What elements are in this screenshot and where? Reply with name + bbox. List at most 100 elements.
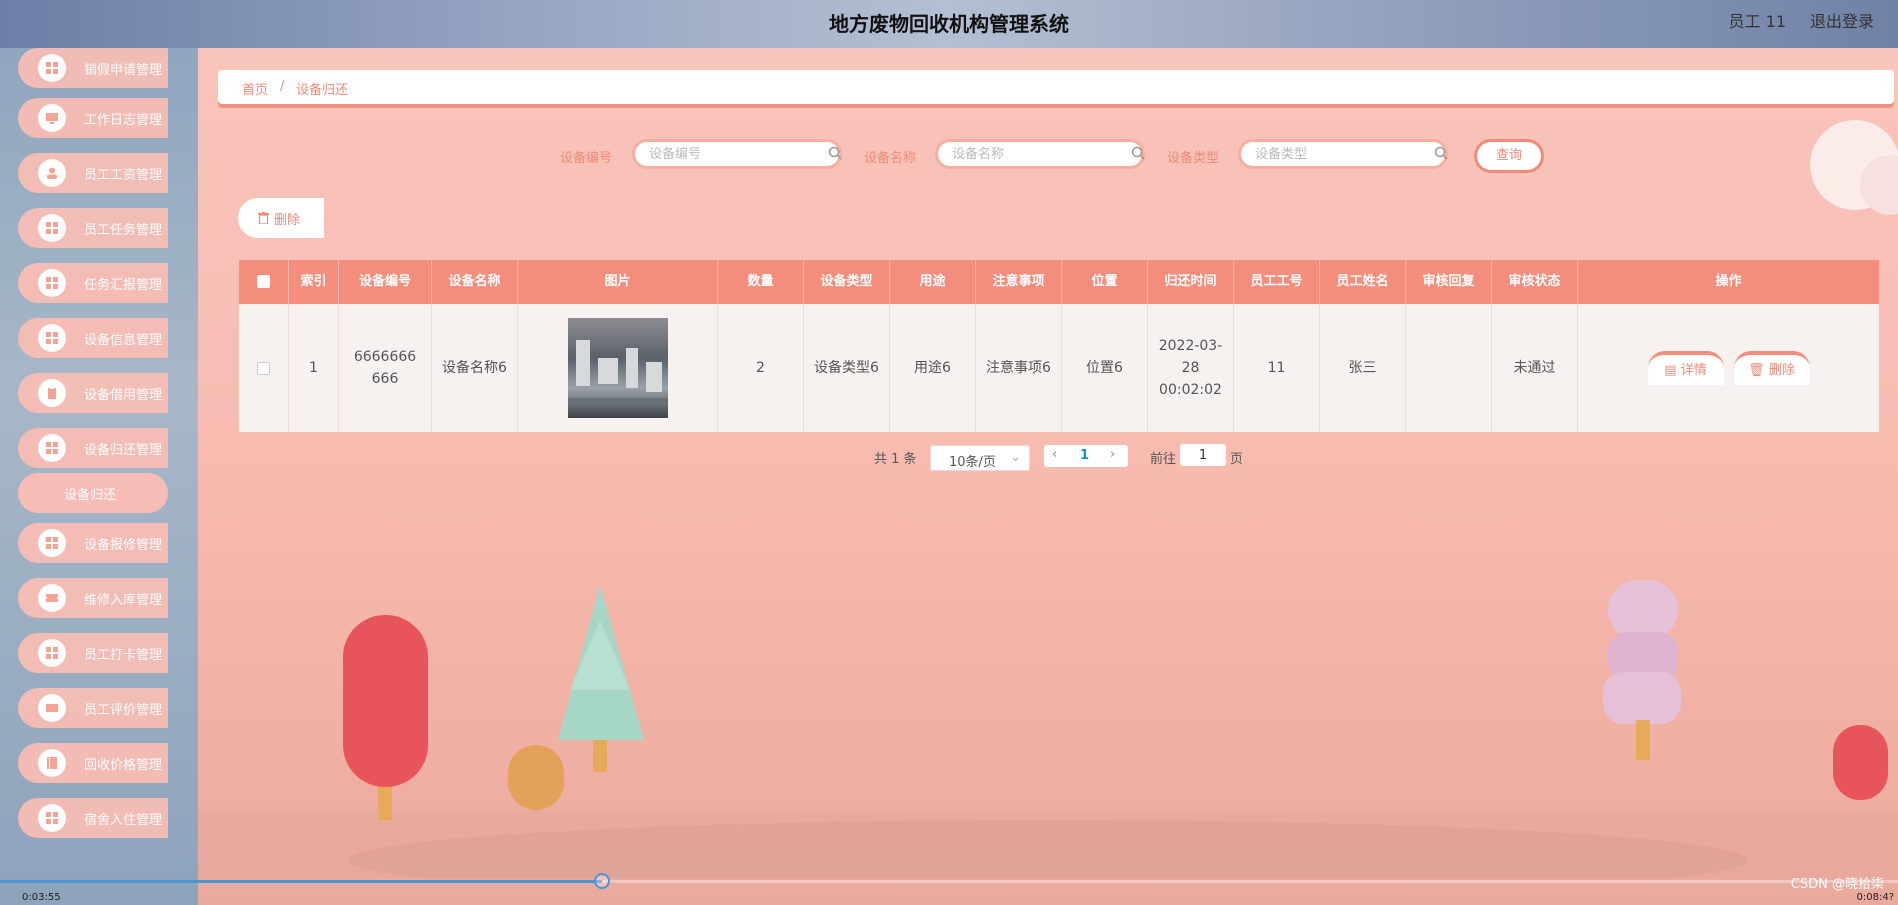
breadcrumb: 首页 / 设备归还 (218, 70, 1894, 104)
sidebar-item-label: 员工打卡管理 (84, 648, 163, 663)
breadcrumb-separator: / (280, 79, 285, 94)
sidebar-item-device-repair[interactable]: 设备报修管理 (18, 523, 168, 563)
chevron-down-icon: ⌄ (1010, 450, 1021, 465)
sidebar-item-dorm[interactable]: 宿舍入住管理 (18, 798, 168, 838)
monitor-icon (38, 104, 66, 132)
search-input-code[interactable] (632, 139, 842, 169)
grid-icon (38, 269, 66, 297)
current-page[interactable]: 1 (1080, 448, 1089, 463)
sidebar-item-work-log[interactable]: 工作日志管理 (18, 98, 168, 138)
sidebar-item-recycle-price[interactable]: 回收价格管理 (18, 743, 168, 783)
video-current-time: 0:03:55 (22, 892, 61, 903)
sidebar-item-label: 任务汇报管理 (84, 278, 163, 293)
column-header: 员工姓名 (1320, 260, 1406, 304)
column-header: 审核状态 (1492, 260, 1578, 304)
document-icon: ▤ (1664, 363, 1681, 378)
page-size-select[interactable]: 10条/页 ⌄ (930, 445, 1030, 471)
cell-return-time: 2022-03-28 00:02:02 (1148, 304, 1234, 432)
cell-index: 1 (289, 304, 339, 432)
goto-page-input[interactable] (1180, 444, 1226, 466)
sidebar-item-label: 工作日志管理 (84, 113, 163, 128)
search-icon (828, 146, 842, 160)
search-label-name: 设备名称 (864, 151, 917, 166)
sidebar-item-tasks[interactable]: 员工任务管理 (18, 208, 168, 248)
prev-page-button[interactable]: ‹ (1052, 447, 1057, 462)
top-bar: 地方废物回收机构管理系统 员工 11 退出登录 (0, 0, 1898, 48)
column-header: 注意事项 (976, 260, 1062, 304)
cell-employee-no: 11 (1234, 304, 1320, 432)
grid-icon (38, 434, 66, 462)
batch-delete-button[interactable]: 删除 (238, 198, 324, 238)
search-icon (1131, 146, 1145, 160)
row-delete-button[interactable]: 🗑 删除 (1733, 351, 1810, 385)
sidebar-item-label: 销假申请管理 (84, 63, 163, 78)
sidebar-item-device-return[interactable]: 设备归还管理 (18, 428, 168, 468)
header-select-all[interactable] (239, 260, 289, 304)
cell-device-type: 设备类型6 (804, 304, 890, 432)
sidebar-item-attendance[interactable]: 员工打卡管理 (18, 633, 168, 673)
current-user: 员工 11 (1728, 12, 1786, 31)
detail-button[interactable]: ▤ 详情 (1647, 351, 1724, 385)
next-page-button[interactable]: › (1110, 447, 1115, 462)
search-input-name[interactable] (935, 139, 1145, 169)
sidebar-item-label: 员工工资管理 (84, 168, 163, 183)
user-icon (38, 159, 66, 187)
sidebar-item-device-borrow[interactable]: 设备借用管理 (18, 373, 168, 413)
cell-usage: 用途6 (890, 304, 976, 432)
search-icon (1434, 146, 1448, 160)
goto-label: 前往 (1150, 452, 1177, 467)
column-header: 索引 (289, 260, 339, 304)
sidebar-item-label: 员工评价管理 (84, 703, 163, 718)
cell-employee-name: 张三 (1320, 304, 1406, 432)
search-label-code: 设备编号 (560, 151, 613, 166)
sidebar-item-repair-storage[interactable]: 维修入库管理 (18, 578, 168, 618)
breadcrumb-current: 设备归还 (296, 83, 349, 98)
cell-notes: 注意事项6 (976, 304, 1062, 432)
query-button[interactable]: 查询 (1474, 139, 1544, 173)
search-input-type[interactable] (1238, 139, 1448, 169)
grid-icon (38, 804, 66, 832)
search-label-type: 设备类型 (1167, 151, 1220, 166)
logout-link[interactable]: 退出登录 (1810, 8, 1874, 32)
progress-thumb[interactable] (594, 873, 610, 889)
watermark: CSDN @晓拾柒 (1790, 877, 1884, 892)
background-scenery (198, 580, 1898, 878)
trash-icon (258, 212, 269, 224)
cell-review-reply (1406, 304, 1492, 432)
progress-played (0, 880, 602, 883)
video-progress-bar[interactable]: 0:03:55 0:08:4? (0, 873, 1898, 905)
sidebar-item-label: 设备借用管理 (84, 388, 163, 403)
cell-review-status: 未通过 (1492, 304, 1578, 432)
grid-icon (38, 54, 66, 82)
book-icon (38, 749, 66, 777)
column-header: 用途 (890, 260, 976, 304)
clipboard-icon (38, 379, 66, 407)
sidebar-item-label: 设备归还管理 (84, 443, 163, 458)
sidebar-item-evaluation[interactable]: 员工评价管理 (18, 688, 168, 728)
breadcrumb-home[interactable]: 首页 (242, 79, 268, 98)
device-photo (567, 318, 668, 418)
grid-icon (38, 529, 66, 557)
row-select-checkbox[interactable] (239, 304, 289, 432)
ticket-icon (38, 584, 66, 612)
column-header: 操作 (1715, 274, 1742, 289)
column-header: 设备名称 (432, 260, 518, 304)
sidebar-subitem-return[interactable]: 设备归还 (18, 473, 168, 513)
sidebar-item-task-report[interactable]: 任务汇报管理 (18, 263, 168, 303)
sidebar-item-leave-cancel[interactable]: 销假申请管理 (18, 48, 168, 88)
grid-icon (38, 214, 66, 242)
cell-location: 位置6 (1062, 304, 1148, 432)
cell-actions: ▤ 详情 🗑 删除 (1578, 304, 1879, 432)
page-size-value: 10条/页 (949, 455, 996, 470)
sidebar-item-salary[interactable]: 员工工资管理 (18, 153, 168, 193)
table-row: 1 6666666666 设备名称6 2 设备类型6 用途6 注意事项6 位置6… (239, 304, 1879, 432)
delete-label: 删除 (274, 213, 301, 228)
card-icon (38, 694, 66, 722)
row-delete-label: 删除 (1768, 363, 1795, 378)
sidebar-item-device-info[interactable]: 设备信息管理 (18, 318, 168, 358)
grid-icon (38, 324, 66, 352)
sidebar-item-label: 员工任务管理 (84, 223, 163, 238)
video-total-time: 0:08:4? (1856, 892, 1895, 903)
column-header: 设备编号 (339, 260, 432, 304)
column-header: 数量 (718, 260, 804, 304)
